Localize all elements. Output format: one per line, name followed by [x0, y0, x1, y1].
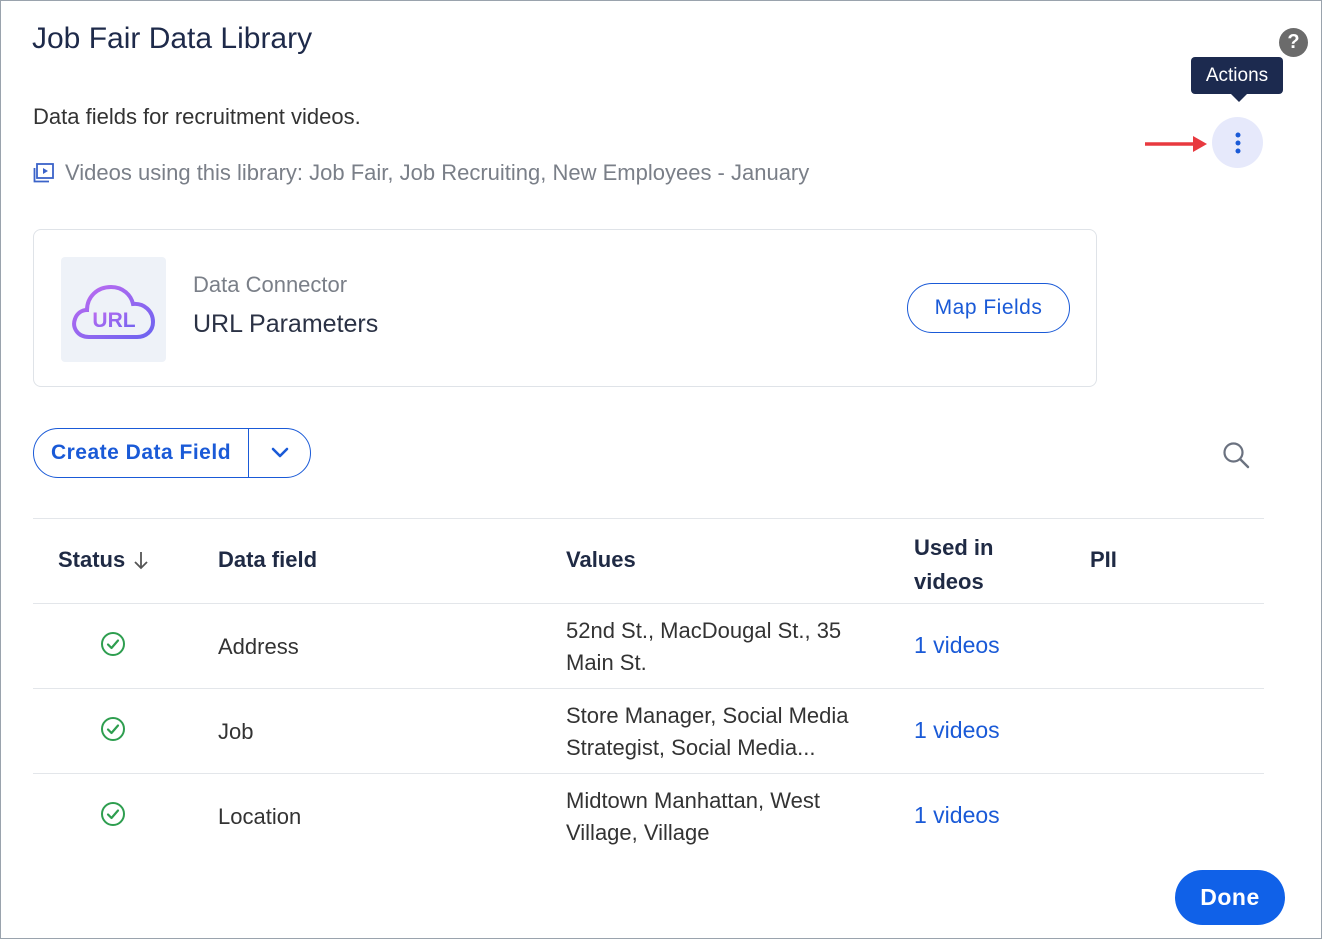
field-values: Store Manager, Social Media Strategist, … — [566, 703, 849, 760]
arrow-down-icon — [134, 552, 148, 570]
chevron-down-icon — [271, 447, 288, 458]
check-circle-icon — [101, 717, 125, 741]
table-header: Status Data field Values Used in videos … — [33, 519, 1264, 604]
field-name: Job — [218, 719, 254, 744]
library-description: Data fields for recruitment videos. — [33, 104, 361, 129]
help-icon[interactable]: ? — [1279, 28, 1308, 57]
used-in-header-line2: videos — [914, 569, 984, 594]
values-header: Values — [566, 547, 636, 572]
data-field-header: Data field — [218, 547, 318, 572]
table-row[interactable]: Address 52nd St., MacDougal St., 35 Main… — [33, 604, 1264, 689]
status-header-label: Status — [58, 547, 126, 572]
arrow-right-icon — [1145, 136, 1207, 152]
table-row[interactable]: Location Midtown Manhattan, West Village… — [33, 774, 1264, 858]
used-in-videos-link[interactable]: 1 videos — [914, 802, 1000, 829]
table-row[interactable]: Job Store Manager, Social Media Strategi… — [33, 689, 1264, 774]
search-icon[interactable] — [1222, 441, 1250, 469]
data-fields-table: Status Data field Values Used in videos … — [33, 518, 1264, 858]
field-values: 52nd St., MacDougal St., 35 Main St. — [566, 618, 842, 675]
create-data-field-split-button: Create Data Field — [33, 428, 311, 478]
actions-menu-button[interactable] — [1212, 117, 1263, 168]
connector-name: URL Parameters — [193, 310, 379, 338]
field-values: Midtown Manhattan, West Village, Village — [566, 788, 820, 845]
videos-using-library: Videos using this library: Job Fair, Job… — [33, 160, 809, 186]
create-data-field-button[interactable]: Create Data Field — [34, 429, 249, 477]
check-circle-icon — [101, 632, 125, 656]
used-in-videos-header: Used in videos — [914, 531, 993, 599]
actions-tooltip: Actions — [1191, 57, 1283, 102]
field-name: Address — [218, 634, 299, 659]
video-library-icon — [33, 163, 54, 183]
done-button[interactable]: Done — [1175, 870, 1285, 925]
url-logo-text: URL — [92, 309, 135, 332]
data-connector-card: URL Data Connector URL Parameters Map Fi… — [33, 229, 1097, 387]
more-vertical-icon — [1235, 132, 1240, 153]
create-options-dropdown[interactable] — [249, 429, 310, 477]
used-in-header-line1: Used in — [914, 535, 994, 560]
field-name: Location — [218, 804, 302, 829]
map-fields-button[interactable]: Map Fields — [907, 283, 1070, 333]
used-in-videos-link[interactable]: 1 videos — [914, 717, 1000, 744]
check-circle-icon — [101, 802, 125, 826]
videos-using-text: Videos using this library: Job Fair, Job… — [65, 160, 810, 185]
sort-by-status-header[interactable]: Status — [58, 547, 149, 573]
page-title: Job Fair Data Library — [32, 22, 313, 55]
pii-header: PII — [1090, 547, 1117, 572]
connector-label: Data Connector — [193, 272, 348, 297]
url-cloud-logo: URL — [61, 257, 166, 362]
used-in-videos-link[interactable]: 1 videos — [914, 632, 1000, 659]
